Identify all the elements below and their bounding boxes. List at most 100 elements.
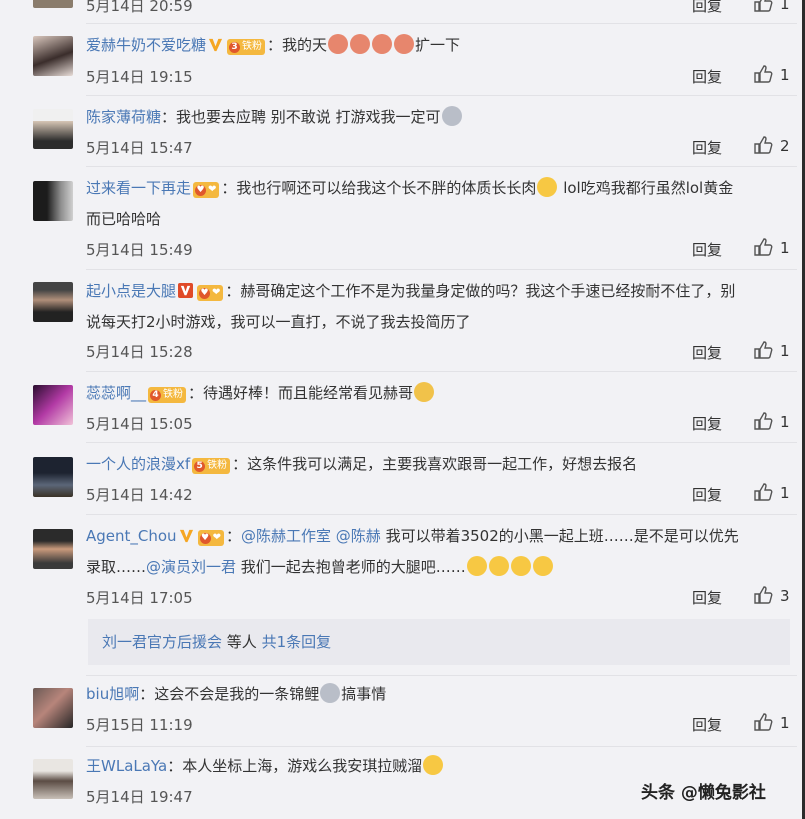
username-link[interactable]: Agent_Chou — [86, 527, 177, 545]
like-button[interactable] — [753, 585, 773, 605]
comment-text: 过来看一下再走 ♥ ❤ ：我也行啊还可以给我这个长不胖的体质长长肉 lol吃鸡我都行虽… — [86, 177, 734, 198]
comment-time: 5月14日 15:28 — [86, 343, 193, 361]
reply-button[interactable]: 回复 — [692, 137, 722, 158]
username-link[interactable]: 过来看一下再走 — [86, 179, 191, 197]
comment-time: 5月14日 14:42 — [86, 486, 193, 504]
comment-time: 5月14日 19:15 — [86, 68, 193, 86]
like-count: 2 — [780, 137, 790, 155]
thumbs-up-icon — [754, 713, 773, 731]
thumbs-up-icon — [754, 65, 773, 83]
like-button[interactable] — [753, 237, 773, 257]
view-replies-link[interactable]: 共1条回复 — [262, 633, 332, 651]
username-link[interactable]: biu旭啊 — [86, 685, 139, 703]
pig-emoji-icon — [372, 34, 393, 54]
comment-time: 5月15日 11:19 — [86, 716, 193, 734]
fan-badge: 3 铁粉 — [227, 39, 266, 55]
comment-time: 5月14日 15:05 — [86, 415, 193, 433]
like-button[interactable] — [753, 482, 773, 502]
reply-button[interactable]: 回复 — [692, 342, 722, 363]
comment-text: 蕊蕊啊__ 4 铁粉 ：待遇好棒！而且能经常看见赫哥 — [86, 377, 786, 409]
fan-badge: 4 铁粉 — [148, 387, 187, 403]
like-count: 1 — [780, 342, 790, 360]
avatar[interactable] — [33, 688, 73, 728]
fan-badge: ♥ ❤ — [197, 530, 224, 546]
comment-text: Agent_Chou ♥ ❤ ：@陈赫工作室 @陈赫 我可以带着3502的小黑一起上班… — [86, 527, 739, 546]
like-count: 1 — [780, 714, 790, 732]
comment-top-partial: 5月14日 20:59 回复 1 — [0, 0, 800, 24]
comment-time: 5月14日 15:49 — [86, 241, 193, 259]
like-count: 1 — [780, 239, 790, 257]
reply-button[interactable]: 回复 — [692, 0, 722, 16]
comment-text-line2: 录取……@演员刘一君 我们一起去抱曾老师的大腿吧…… — [86, 551, 786, 583]
avatar[interactable] — [33, 529, 73, 569]
fan-badge: ♥ ❤ — [193, 182, 220, 198]
dog-emoji-icon — [423, 755, 444, 775]
like-count: 1 — [780, 0, 790, 13]
thumbs-up-icon — [754, 238, 773, 256]
vip-badge-icon — [208, 38, 223, 52]
avatar[interactable] — [33, 282, 73, 322]
like-button[interactable] — [753, 135, 773, 155]
avatar[interactable] — [33, 385, 73, 425]
comment-item: 陈家薄荷糖：我也要去应聘 别不敢说 打游戏我一定可 5月14日 15:47 回复… — [0, 96, 800, 166]
username-link[interactable]: 一个人的浪漫xf — [86, 455, 190, 473]
comment-text-line2: 说每天打2小时游戏，我可以一直打，不说了我去投简历了 — [86, 313, 471, 331]
avatar[interactable] — [33, 759, 73, 799]
comment-text: 爱赫牛奶不爱吃糖 3 铁粉 ：我的天 扩一下 — [86, 34, 461, 55]
username-link[interactable]: 起小点是大腿 — [86, 282, 176, 300]
comment-item: biu旭啊：这会不会是我的一条锦鲤 搞事情 5月15日 11:19 回复 1 — [0, 676, 800, 746]
thumbs-up-icon — [754, 136, 773, 154]
comment-text-line2: 而已哈哈哈 — [86, 210, 162, 228]
username-link[interactable]: 爱赫牛奶不爱吃糖 — [86, 36, 206, 54]
mention-link[interactable]: @演员刘一君 — [146, 558, 236, 576]
username-link[interactable]: 蕊蕊啊__ — [86, 384, 146, 402]
comment-item: 一个人的浪漫xf 5 铁粉 ：这条件我可以满足，主要我喜欢跟哥一起工作，好想去报名 5… — [0, 443, 800, 513]
avatar[interactable] — [33, 36, 73, 76]
comment-text: 一个人的浪漫xf 5 铁粉 ：这条件我可以满足，主要我喜欢跟哥一起工作，好想去报名 — [86, 455, 638, 474]
crying-emoji-icon — [414, 382, 435, 402]
comment-time: 5月14日 17:05 — [86, 589, 193, 607]
laughing-emoji-icon — [488, 556, 509, 576]
like-button[interactable] — [753, 411, 773, 431]
comment-text: 起小点是大腿 ♥ ❤ ：赫哥确定这个工作不是为我量身定做的吗？我这个手速已经按耐不住了… — [86, 282, 736, 301]
username-link[interactable]: 王WLaLaYa — [86, 757, 167, 775]
vip-badge-icon — [178, 283, 194, 298]
reply-button[interactable]: 回复 — [692, 484, 722, 505]
vip-badge-icon — [179, 529, 193, 543]
avatar[interactable] — [33, 457, 73, 497]
avatar[interactable] — [33, 109, 73, 149]
like-button[interactable] — [753, 64, 773, 84]
like-count: 3 — [780, 587, 790, 605]
reply-button[interactable]: 回复 — [692, 714, 722, 735]
like-button[interactable] — [753, 0, 773, 13]
reply-button[interactable]: 回复 — [692, 587, 722, 608]
like-button[interactable] — [753, 712, 773, 732]
like-button[interactable] — [753, 340, 773, 360]
comment-text: 陈家薄荷糖：我也要去应聘 别不敢说 打游戏我一定可 — [86, 101, 786, 133]
pig-emoji-icon — [350, 34, 371, 54]
sub-reply-user-link[interactable]: 刘一君官方后援会 — [102, 633, 222, 651]
thumbs-up-icon — [754, 0, 773, 12]
watermark: 头条 @懒兔影社 — [641, 783, 766, 803]
comment-item: 蕊蕊啊__ 4 铁粉 ：待遇好棒！而且能经常看见赫哥 5月14日 15:05 回复 1 — [0, 372, 800, 442]
thumbs-up-icon — [754, 586, 773, 604]
shocked-emoji-icon — [441, 106, 462, 126]
laughing-emoji-icon — [510, 556, 531, 576]
reply-button[interactable]: 回复 — [692, 66, 722, 87]
avatar[interactable] — [33, 0, 73, 8]
mention-link[interactable]: @陈赫 — [336, 527, 381, 545]
reply-button[interactable]: 回复 — [692, 239, 722, 260]
sub-reply-summary[interactable]: 刘一君官方后援会 等人 共1条回复 — [88, 619, 790, 665]
pig-emoji-icon — [394, 34, 415, 54]
mention-link[interactable]: @陈赫工作室 — [241, 527, 331, 545]
laughing-emoji-icon — [532, 556, 553, 576]
fan-badge: ♥ ❤ — [197, 285, 224, 301]
reply-button[interactable]: 回复 — [692, 413, 722, 434]
dog-emoji-icon — [537, 177, 558, 197]
fan-badge: 5 铁粉 — [192, 458, 231, 474]
pig-emoji-icon — [328, 34, 349, 54]
username-link[interactable]: 陈家薄荷糖 — [86, 108, 161, 126]
avatar[interactable] — [33, 181, 73, 221]
comment-item: 爱赫牛奶不爱吃糖 3 铁粉 ：我的天 扩一下 5月14日 19:15 回复 1 — [0, 24, 800, 94]
thumbs-up-icon — [754, 483, 773, 501]
